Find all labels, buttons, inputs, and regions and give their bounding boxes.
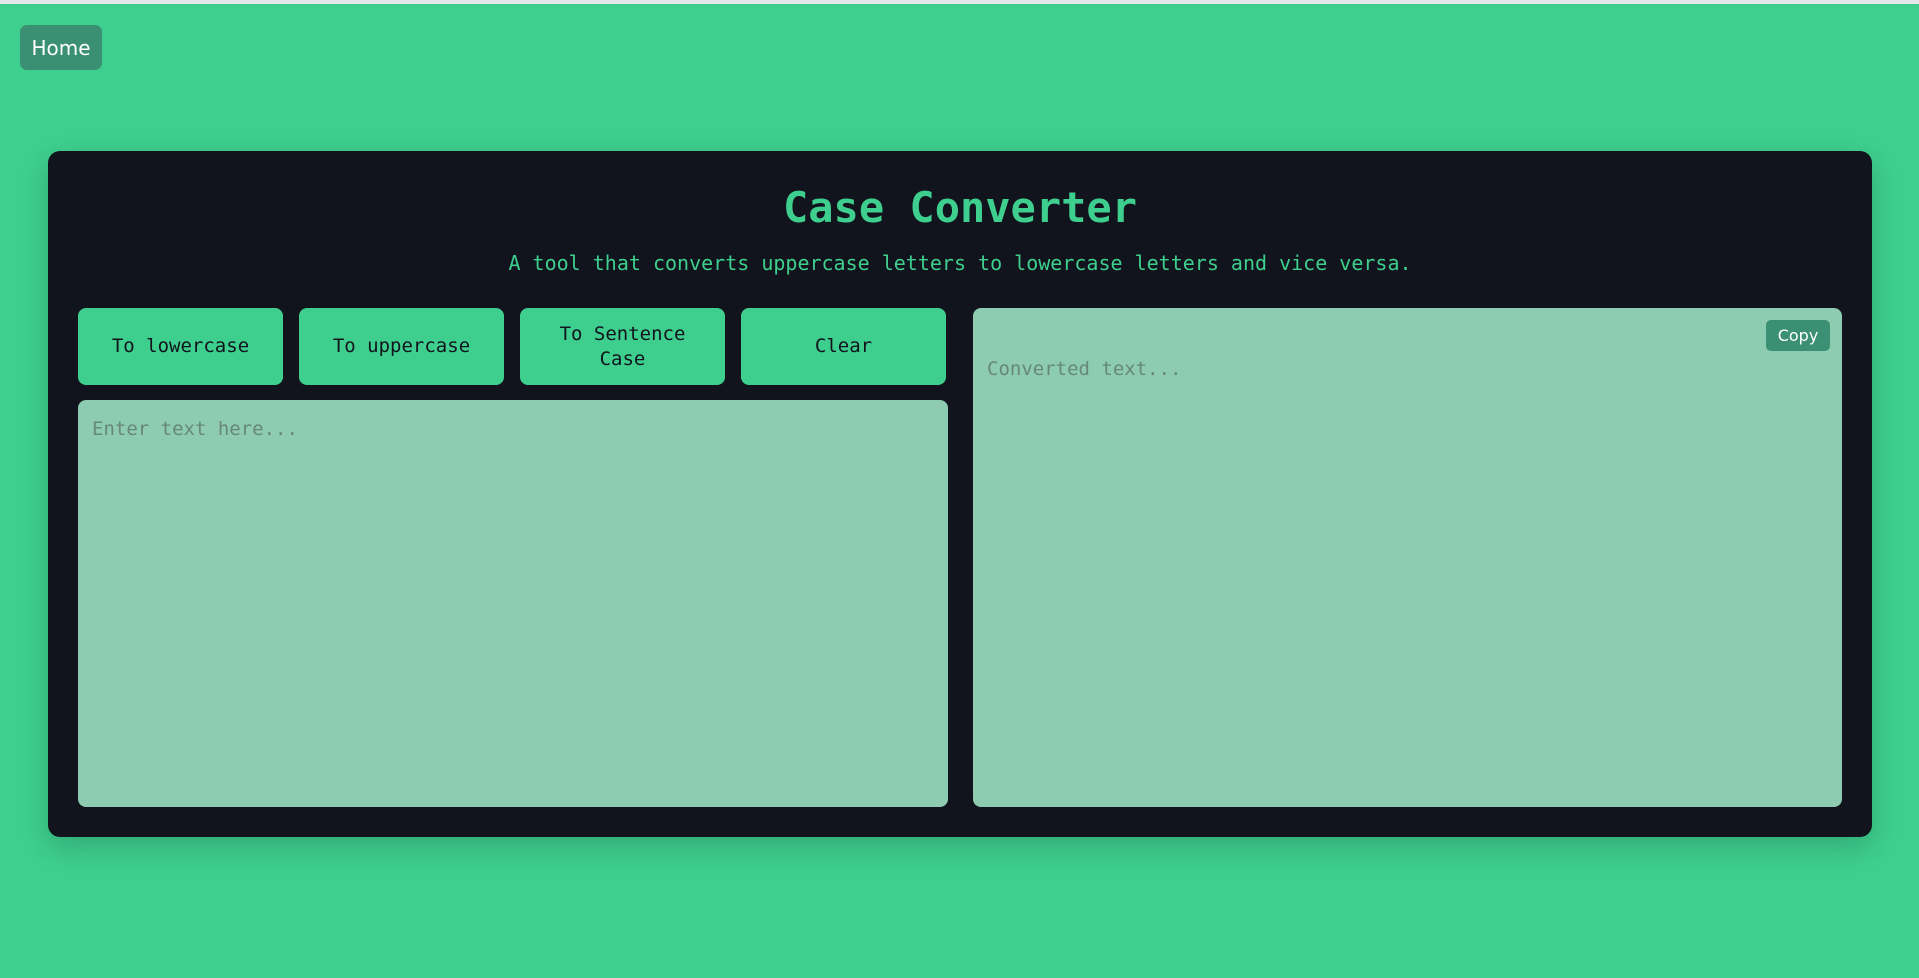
action-button-row: To lowercase To uppercase To Sentence Ca… [78,308,948,385]
input-textarea[interactable] [78,400,948,807]
to-uppercase-button[interactable]: To uppercase [299,308,504,385]
output-container: Copy [973,308,1842,807]
converter-panel: Case Converter A tool that converts uppe… [48,151,1872,837]
to-sentence-case-button[interactable]: To Sentence Case [520,308,725,385]
page-subtitle: A tool that converts uppercase letters t… [508,251,1412,275]
page-title: Case Converter [782,183,1137,232]
copy-button[interactable]: Copy [1766,320,1830,351]
clear-button[interactable]: Clear [741,308,946,385]
to-lowercase-button[interactable]: To lowercase [78,308,283,385]
home-button[interactable]: Home [20,25,102,70]
output-textarea[interactable] [973,350,1842,807]
